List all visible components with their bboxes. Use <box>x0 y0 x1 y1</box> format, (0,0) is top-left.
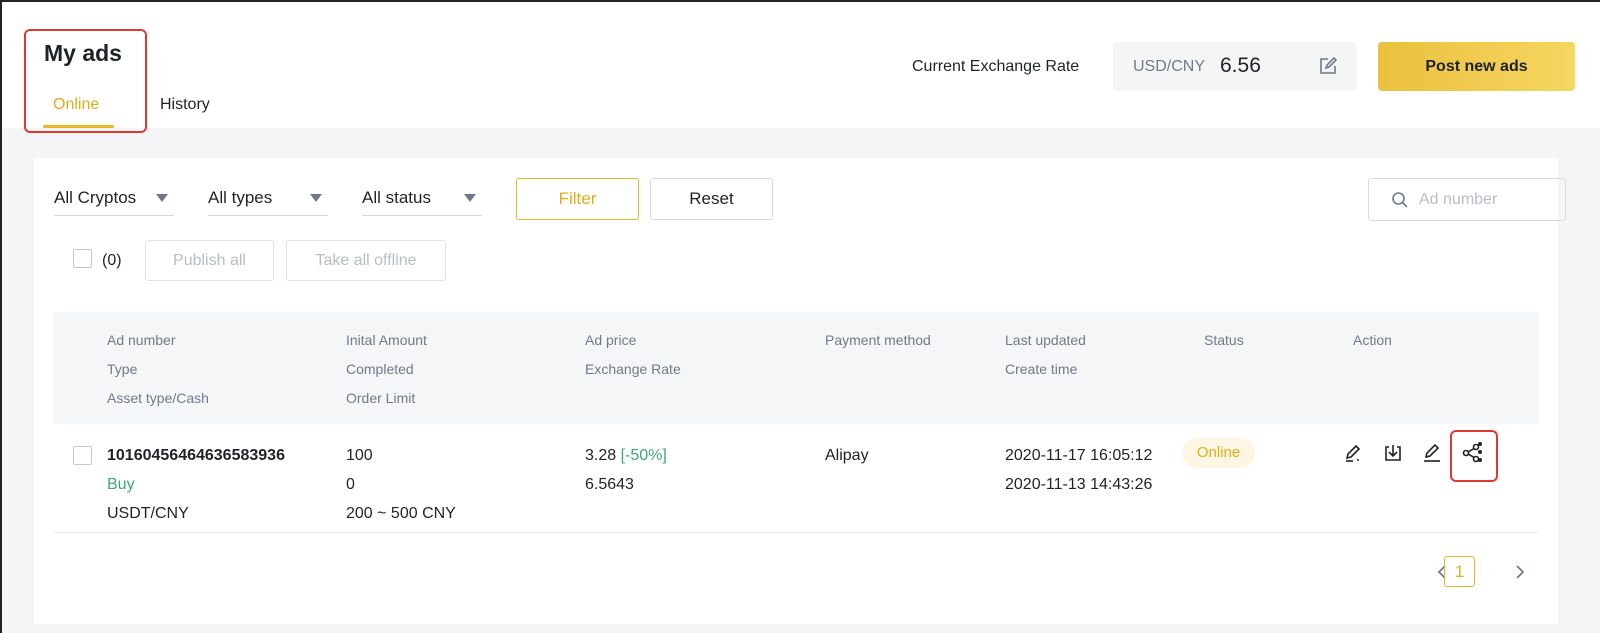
caret-down-icon <box>310 194 322 202</box>
publish-all-button[interactable]: Publish all <box>145 240 274 281</box>
cell-amounts: 100 0 200 ~ 500 CNY <box>346 441 456 528</box>
download-icon[interactable] <box>1382 442 1404 464</box>
crypto-select[interactable]: All Cryptos <box>54 180 174 216</box>
header-col-amount: Inital Amount Completed Order Limit <box>346 326 427 413</box>
exchange-rate-label: Current Exchange Rate <box>912 58 1080 75</box>
search-placeholder: Ad number <box>1419 191 1498 208</box>
last-updated: 2020-11-17 16:05:12 <box>1005 447 1153 464</box>
header-ad-number: Ad number <box>107 332 176 348</box>
post-new-ads-button[interactable]: Post new ads <box>1378 42 1575 91</box>
annotation-highlight-title <box>24 29 147 133</box>
header-type: Type <box>107 361 138 377</box>
tab-history[interactable]: History <box>160 96 210 114</box>
header-ad-price: Ad price <box>585 332 637 348</box>
header-exchange-rate: Exchange Rate <box>585 361 681 377</box>
pencil-icon[interactable] <box>1421 442 1443 464</box>
header-last-updated: Last updated <box>1005 332 1086 348</box>
caret-down-icon <box>464 194 476 202</box>
cell-price: 3.28 [-50%] 6.5643 <box>585 441 667 499</box>
header-col-time: Last updated Create time <box>1005 326 1086 384</box>
header-col-ad: Ad number Type Asset type/Cash <box>107 326 209 413</box>
status-badge: Online <box>1182 438 1255 468</box>
order-limit: 200 ~ 500 CNY <box>346 505 456 522</box>
status-select[interactable]: All status <box>362 180 482 216</box>
take-all-offline-button[interactable]: Take all offline <box>286 240 446 281</box>
table-header: Ad number Type Asset type/Cash Inital Am… <box>54 312 1538 424</box>
payment-method: Alipay <box>825 447 869 464</box>
select-all-checkbox[interactable] <box>73 249 92 268</box>
header-order-limit: Order Limit <box>346 390 416 406</box>
header-initial-amount: Inital Amount <box>346 332 427 348</box>
page-number[interactable]: 1 <box>1444 556 1475 587</box>
edit-pen-icon[interactable] <box>1343 442 1365 464</box>
create-time: 2020-11-13 14:43:26 <box>1005 476 1153 493</box>
filter-button[interactable]: Filter <box>516 178 639 220</box>
page-header: My ads Online History Current Exchange R… <box>2 2 1600 133</box>
ads-card: All Cryptos All types All status Filter … <box>34 158 1566 624</box>
asset-type: USDT/CNY <box>107 505 189 522</box>
header-create-time: Create time <box>1005 361 1078 377</box>
header-completed: Completed <box>346 361 414 377</box>
caret-down-icon <box>156 194 168 202</box>
type-select[interactable]: All types <box>208 180 328 216</box>
header-status: Status <box>1204 332 1244 348</box>
cell-ad-info: 10160456464636583936 Buy USDT/CNY <box>107 441 285 528</box>
ad-price-line: 3.28 [-50%] <box>585 441 667 470</box>
exchange-rate-box: USD/CNY 6.56 <box>1113 42 1357 91</box>
edit-rate-icon[interactable] <box>1319 56 1338 75</box>
chevron-right-icon[interactable] <box>1510 560 1530 584</box>
header-action: Action <box>1353 332 1392 348</box>
row-checkbox[interactable] <box>73 446 92 465</box>
header-col-price: Ad price Exchange Rate <box>585 326 681 384</box>
type-select-label: All types <box>208 188 273 207</box>
selected-count: (0) <box>102 252 122 269</box>
crypto-select-label: All Cryptos <box>54 188 137 207</box>
header-payment-method: Payment method <box>825 332 931 348</box>
exchange-pair: USD/CNY <box>1133 58 1206 75</box>
table-row: 10160456464636583936 Buy USDT/CNY 100 0 … <box>54 426 1538 533</box>
ad-type: Buy <box>107 476 135 493</box>
exchange-rate: 6.5643 <box>585 476 634 493</box>
completed-amount: 0 <box>346 476 355 493</box>
ad-number-search[interactable]: Ad number <box>1368 178 1566 221</box>
more-vertical-icon[interactable] <box>1470 438 1490 466</box>
cell-times: 2020-11-17 16:05:12 2020-11-13 14:43:26 <box>1005 441 1152 499</box>
initial-amount: 100 <box>346 447 373 464</box>
reset-button[interactable]: Reset <box>650 178 773 220</box>
ad-number: 10160456464636583936 <box>107 447 285 464</box>
status-select-label: All status <box>362 188 431 207</box>
exchange-value: 6.56 <box>1220 54 1261 77</box>
search-icon <box>1392 192 1408 208</box>
header-asset: Asset type/Cash <box>107 390 209 406</box>
ad-price: 3.28 <box>585 447 617 464</box>
price-delta: [-50%] <box>620 447 667 464</box>
